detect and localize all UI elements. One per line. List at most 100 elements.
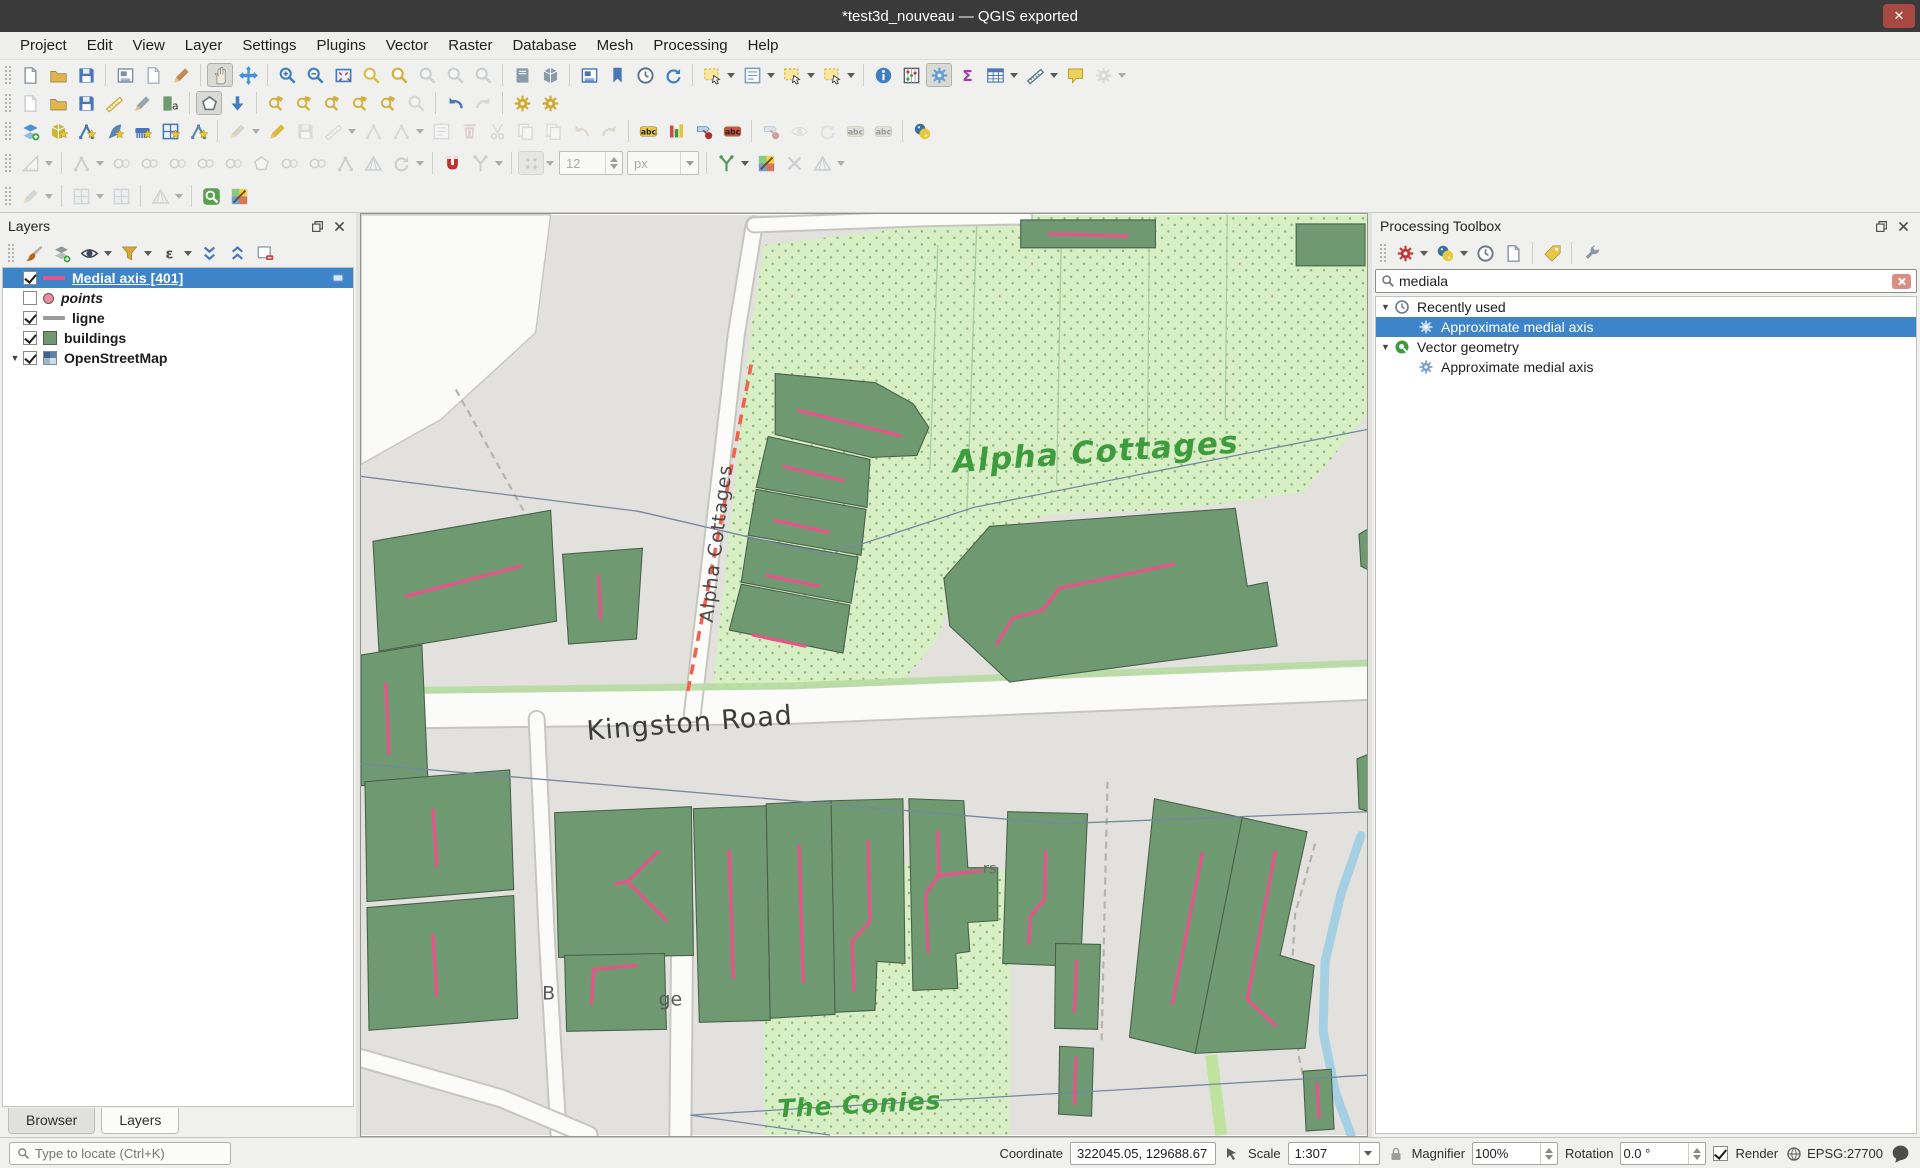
- menu-vector[interactable]: Vector: [376, 34, 439, 57]
- processing-panel-float-button[interactable]: [1873, 218, 1890, 235]
- zoom-next-button[interactable]: [470, 63, 496, 87]
- magnifier-stepper[interactable]: [1540, 1143, 1557, 1164]
- layer-expand-icon[interactable]: ▼: [7, 353, 23, 363]
- enable-tracing-button[interactable]: [713, 151, 739, 175]
- filter-by-expression-button[interactable]: [156, 241, 182, 265]
- mesh-transform-dropdown-icon[interactable]: [175, 194, 183, 199]
- new-shapefile-layer-button[interactable]: [73, 119, 99, 143]
- rotation-spinbox[interactable]: 0.0 °: [1620, 1142, 1706, 1165]
- layer-visibility-checkbox[interactable]: [23, 311, 37, 325]
- change-label-properties-button[interactable]: [842, 119, 868, 143]
- remove-layer-button[interactable]: [252, 241, 278, 265]
- layer-diagram-options-button[interactable]: [663, 119, 689, 143]
- menu-mesh[interactable]: Mesh: [587, 34, 644, 57]
- extents-toggle-icon[interactable]: [1223, 1145, 1241, 1163]
- zoom-in-button[interactable]: [274, 63, 300, 87]
- show-bookmarks-button[interactable]: [604, 63, 630, 87]
- zoom-full-button[interactable]: [330, 63, 356, 87]
- menu-processing[interactable]: Processing: [643, 34, 737, 57]
- vertex-tool-dropdown-icon[interactable]: [416, 129, 424, 134]
- menu-plugins[interactable]: Plugins: [307, 34, 376, 57]
- menu-layer[interactable]: Layer: [175, 34, 233, 57]
- processing-algorithm-approximate-medial-axis[interactable]: Approximate medial axis: [1376, 317, 1916, 337]
- edit-magnifier-6-button[interactable]: [403, 91, 429, 115]
- delete-selected-button[interactable]: [456, 119, 482, 143]
- memory-layer-indicator-icon[interactable]: [330, 271, 346, 288]
- new-geopackage-layer-button[interactable]: [45, 119, 71, 143]
- edit-back-button[interactable]: [442, 91, 468, 115]
- mesh-transform-button[interactable]: [147, 184, 173, 208]
- layer-labeling-options-button[interactable]: [635, 119, 661, 143]
- pan-to-selection-button[interactable]: [235, 63, 261, 87]
- tab-layers[interactable]: Layers: [101, 1108, 179, 1134]
- undo-button[interactable]: [568, 119, 594, 143]
- models-dropdown-icon[interactable]: [1420, 251, 1428, 256]
- processing-group-vector-geometry[interactable]: ▼Vector geometry: [1376, 337, 1916, 357]
- layer-item-ligne[interactable]: ligne: [3, 308, 353, 328]
- save-layer-edits-button[interactable]: [292, 119, 318, 143]
- cut-features-button[interactable]: [484, 119, 510, 143]
- osm-tracer-plugin-button[interactable]: [753, 151, 779, 175]
- rotate-label-button[interactable]: [814, 119, 840, 143]
- window-close-button[interactable]: ✕: [1883, 4, 1915, 28]
- enable-tracing-dropdown-icon[interactable]: [741, 161, 749, 166]
- construction-mode-dropdown-icon[interactable]: [96, 161, 104, 166]
- scale-dropdown-icon[interactable]: [1359, 1143, 1379, 1164]
- cad-tools-button[interactable]: [17, 151, 43, 175]
- import-features-button[interactable]: [224, 91, 250, 115]
- highlight-pinned-labels-button[interactable]: [719, 119, 745, 143]
- mesh-digitizing-dropdown-icon[interactable]: [45, 194, 53, 199]
- menu-raster[interactable]: Raster: [438, 34, 502, 57]
- current-edits-dropdown-icon[interactable]: [252, 129, 260, 134]
- zoom-out-button[interactable]: [302, 63, 328, 87]
- select-by-expression-dropdown-icon[interactable]: [847, 73, 855, 78]
- expand-all-button[interactable]: [196, 241, 222, 265]
- ellipse-from-center-button[interactable]: [192, 151, 218, 175]
- deselect-features-dropdown-icon[interactable]: [807, 73, 815, 78]
- group-expand-icon[interactable]: ▼: [1381, 342, 1394, 352]
- trim-extend-tool-button[interactable]: [360, 151, 386, 175]
- map-canvas[interactable]: Alpha CottagesKingston RoadThe ConiesAlp…: [361, 214, 1367, 1136]
- tab-browser[interactable]: Browser: [8, 1108, 95, 1134]
- cad-tools-dropdown-icon[interactable]: [45, 161, 53, 166]
- zoom-to-area-plugin-button[interactable]: [198, 184, 224, 208]
- show-hide-labels-button[interactable]: [786, 119, 812, 143]
- modify-attributes-button[interactable]: [428, 119, 454, 143]
- mesh-selection-button[interactable]: [68, 184, 94, 208]
- mesh-digitizing-button[interactable]: [17, 184, 43, 208]
- results-viewer-button[interactable]: [1500, 241, 1526, 265]
- collapse-all-button[interactable]: [224, 241, 250, 265]
- processing-algorithm-approximate-medial-axis[interactable]: Approximate medial axis: [1376, 357, 1916, 377]
- snapping-type-button[interactable]: [467, 151, 493, 175]
- refresh-map-button[interactable]: [660, 63, 686, 87]
- new-print-layout-button[interactable]: [576, 63, 602, 87]
- annotation-style-button[interactable]: [101, 91, 127, 115]
- select-features-dropdown-icon[interactable]: [727, 73, 735, 78]
- text-annotation-button[interactable]: [157, 91, 183, 115]
- plugin-settings-2-button[interactable]: [537, 91, 563, 115]
- new-mesh-layer-button[interactable]: [129, 119, 155, 143]
- layer-item-openstreetmap[interactable]: ▼OpenStreetMap: [3, 348, 353, 368]
- snap-mode-toggle-dropdown-icon[interactable]: [546, 161, 554, 166]
- render-checkbox[interactable]: [1713, 1146, 1728, 1161]
- temporal-controller-button[interactable]: [632, 63, 658, 87]
- zoom-last-button[interactable]: [442, 63, 468, 87]
- snap-units[interactable]: px: [627, 151, 699, 175]
- digitize-line-button[interactable]: [320, 119, 346, 143]
- snap-tolerance-stepper[interactable]: [605, 152, 622, 174]
- run-feature-action-button[interactable]: [1090, 63, 1116, 87]
- open-attribute-table-button[interactable]: [982, 63, 1008, 87]
- open-project-button[interactable]: [45, 63, 71, 87]
- options-button[interactable]: [1578, 241, 1604, 265]
- rotation-stepper[interactable]: [1688, 1143, 1705, 1164]
- measure-line-button[interactable]: [1022, 63, 1048, 87]
- show-statistical-sum-button[interactable]: [954, 63, 980, 87]
- edit-forward-button[interactable]: [470, 91, 496, 115]
- rotate-feature-button[interactable]: [388, 151, 414, 175]
- fillet-tool-button[interactable]: [304, 151, 330, 175]
- add-group-button[interactable]: [48, 241, 74, 265]
- copy-label-style-button[interactable]: [870, 119, 896, 143]
- menu-edit[interactable]: Edit: [77, 34, 123, 57]
- pin-labels-button[interactable]: [691, 119, 717, 143]
- clear-trace-button[interactable]: [781, 151, 807, 175]
